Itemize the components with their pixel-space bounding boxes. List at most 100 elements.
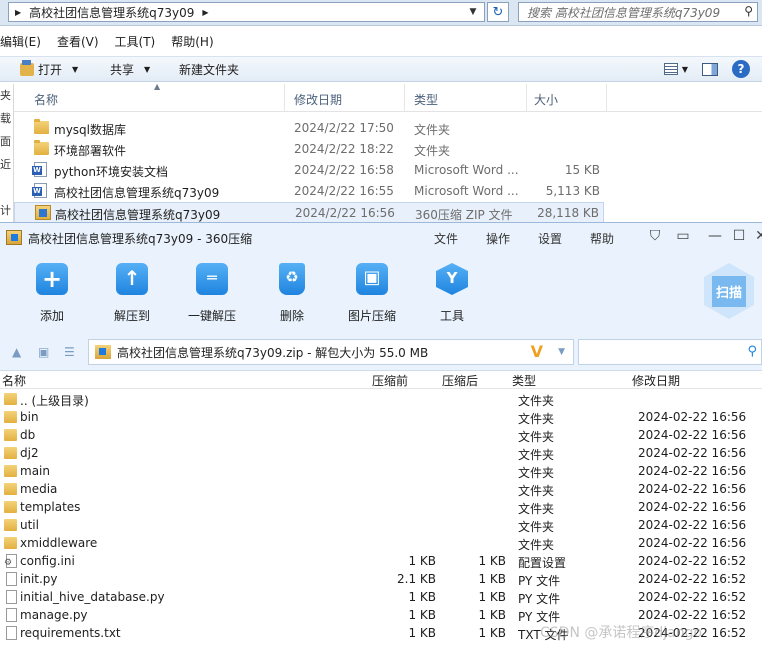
- list-item[interactable]: xmiddleware 文件夹 2024-02-22 16:56: [0, 535, 762, 553]
- file-row[interactable]: 环境部署软件 2024/2/22 18:22 文件夹: [14, 139, 604, 160]
- zip-search-input[interactable]: ⚲: [578, 339, 762, 365]
- list-item[interactable]: init.py 2.1 KB 1 KB PY 文件 2024-02-22 16:52: [0, 571, 762, 589]
- list-item[interactable]: initial_hive_database.py 1 KB 1 KB PY 文件 202…: [0, 589, 762, 607]
- list-item[interactable]: .. (上级目录) 文件夹: [0, 391, 762, 409]
- menu-settings[interactable]: 设置: [538, 230, 562, 247]
- verified-icon: V: [530, 342, 543, 361]
- list-item[interactable]: main 文件夹 2024-02-22 16:56: [0, 463, 762, 481]
- nav-item[interactable]: 载: [0, 107, 13, 130]
- up-arrow-icon[interactable]: ▲: [12, 345, 21, 359]
- column-size[interactable]: 大小: [534, 91, 558, 108]
- menu-edit[interactable]: 编辑(E): [0, 33, 41, 50]
- column-divider[interactable]: [526, 84, 527, 112]
- column-compressed[interactable]: 压缩前: [372, 372, 408, 389]
- extract-to-button[interactable]: 解压到: [96, 263, 168, 324]
- nav-item[interactable]: 夹: [0, 84, 13, 107]
- column-date[interactable]: 修改日期: [632, 372, 680, 389]
- delete-button[interactable]: 删除: [256, 263, 328, 324]
- column-date[interactable]: 修改日期: [294, 91, 342, 108]
- entry-compressed-size: 1 KB: [408, 554, 436, 568]
- breadcrumb-current[interactable]: 高校社团信息管理系统q73y09: [29, 4, 194, 21]
- menu-help[interactable]: 帮助: [590, 230, 614, 247]
- file-row[interactable]: 高校社团信息管理系统q73y09 2024/2/22 16:55 Microso…: [14, 181, 604, 202]
- entry-type: 文件夹: [518, 538, 555, 552]
- column-divider[interactable]: [404, 84, 405, 112]
- feedback-icon[interactable]: ▭: [674, 228, 692, 244]
- menu-operation[interactable]: 操作: [486, 230, 510, 247]
- search-placeholder: 搜索 高校社团信息管理系统q73y09: [527, 5, 721, 20]
- thumbnail-view-icon[interactable]: ▣: [38, 345, 49, 359]
- nav-item[interactable]: 计: [0, 199, 13, 222]
- file-date: 2024/2/22 16:58: [294, 163, 394, 177]
- column-type[interactable]: 类型: [414, 91, 438, 108]
- file-size: 28,118 KB: [537, 206, 599, 220]
- one-click-extract-button[interactable]: 一键解压: [176, 263, 248, 324]
- list-item[interactable]: dj2 文件夹 2024-02-22 16:56: [0, 445, 762, 463]
- breadcrumb-arrow-icon[interactable]: ▶: [15, 8, 21, 17]
- close-icon[interactable]: ✕: [752, 228, 762, 244]
- add-button[interactable]: 添加: [16, 263, 88, 324]
- entry-packed-size: 1 KB: [478, 554, 506, 568]
- explorer-search-input[interactable]: 搜索 高校社团信息管理系统q73y09 ⚲: [518, 2, 758, 22]
- file-row-selected[interactable]: 高校社团信息管理系统q73y09 2024/2/22 16:56 360压缩 Z…: [14, 202, 604, 222]
- folder-icon: [4, 411, 17, 423]
- menu-help[interactable]: 帮助(H): [171, 33, 213, 50]
- chevron-down-icon[interactable]: ▼: [558, 347, 565, 357]
- list-view-icon[interactable]: ☰: [64, 345, 75, 359]
- help-icon[interactable]: ?: [732, 60, 750, 78]
- tools-label: 工具: [439, 309, 464, 323]
- menu-file[interactable]: 文件: [434, 230, 458, 247]
- minimize-icon[interactable]: —: [706, 228, 724, 244]
- menu-view[interactable]: 查看(V): [57, 33, 99, 50]
- column-name[interactable]: 名称: [34, 91, 58, 108]
- tools-button[interactable]: 工具: [416, 263, 488, 324]
- archive-path-field[interactable]: 高校社团信息管理系统q73y09.zip - 解包大小为 55.0 MB V ▼: [88, 339, 574, 365]
- scan-button[interactable]: 扫描: [704, 263, 754, 319]
- file-date: 2024/2/22 16:55: [294, 184, 394, 198]
- new-folder-button[interactable]: 新建文件夹: [179, 61, 239, 78]
- entry-name: init.py: [20, 572, 58, 586]
- file-name: 高校社团信息管理系统q73y09: [54, 186, 220, 200]
- list-item[interactable]: media 文件夹 2024-02-22 16:56: [0, 481, 762, 499]
- address-bar[interactable]: ▶ 高校社团信息管理系统q73y09 ▶: [8, 2, 485, 22]
- file-icon: [6, 626, 17, 640]
- open-button[interactable]: 打开 ▼: [20, 60, 78, 78]
- entry-name: manage.py: [20, 608, 88, 622]
- list-item[interactable]: templates 文件夹 2024-02-22 16:56: [0, 499, 762, 517]
- breadcrumb-arrow-icon[interactable]: ▶: [202, 8, 208, 17]
- nav-item[interactable]: 面: [0, 130, 13, 153]
- list-item[interactable]: util 文件夹 2024-02-22 16:56: [0, 517, 762, 535]
- maximize-icon[interactable]: ☐: [730, 228, 748, 244]
- refresh-button[interactable]: ↻: [487, 2, 509, 22]
- preview-pane-icon[interactable]: [702, 62, 718, 76]
- nav-item[interactable]: [0, 176, 13, 199]
- view-mode-icon[interactable]: [663, 63, 678, 75]
- column-divider[interactable]: [606, 84, 607, 112]
- list-item[interactable]: config.ini 1 KB 1 KB 配置设置 2024-02-22 16:52: [0, 553, 762, 571]
- menu-tools[interactable]: 工具(T): [115, 33, 156, 50]
- file-name: mysql数据库: [54, 123, 126, 137]
- nav-pane: 夹 载 面 近访 计: [0, 84, 14, 222]
- list-item[interactable]: db 文件夹 2024-02-22 16:56: [0, 427, 762, 445]
- column-name[interactable]: 名称: [2, 372, 26, 389]
- column-packed[interactable]: 压缩后: [442, 372, 478, 389]
- entry-name: main: [20, 464, 50, 478]
- list-item[interactable]: bin 文件夹 2024-02-22 16:56: [0, 409, 762, 427]
- search-icon[interactable]: ⚲: [747, 344, 757, 359]
- column-divider[interactable]: [284, 84, 285, 112]
- skin-icon[interactable]: ⛉: [646, 228, 664, 244]
- chevron-down-icon[interactable]: ▼: [682, 65, 688, 74]
- image-compress-button[interactable]: 图片压缩: [336, 263, 408, 324]
- file-row[interactable]: python环境安装文档 2024/2/22 16:58 Microsoft W…: [14, 160, 604, 181]
- file-name: 环境部署软件: [54, 144, 127, 158]
- nav-item[interactable]: 近访: [0, 153, 13, 176]
- search-icon[interactable]: ⚲: [744, 4, 753, 18]
- address-dropdown-icon[interactable]: ▼: [464, 3, 482, 21]
- zip-archive-icon: [35, 205, 51, 220]
- entry-name: db: [20, 428, 36, 442]
- share-button[interactable]: 共享 ▼: [110, 61, 150, 78]
- file-date: 2024/2/22 18:22: [294, 142, 394, 156]
- column-type[interactable]: 类型: [512, 372, 536, 389]
- folder-icon: [4, 447, 17, 459]
- file-row[interactable]: mysql数据库 2024/2/22 17:50 文件夹: [14, 118, 604, 139]
